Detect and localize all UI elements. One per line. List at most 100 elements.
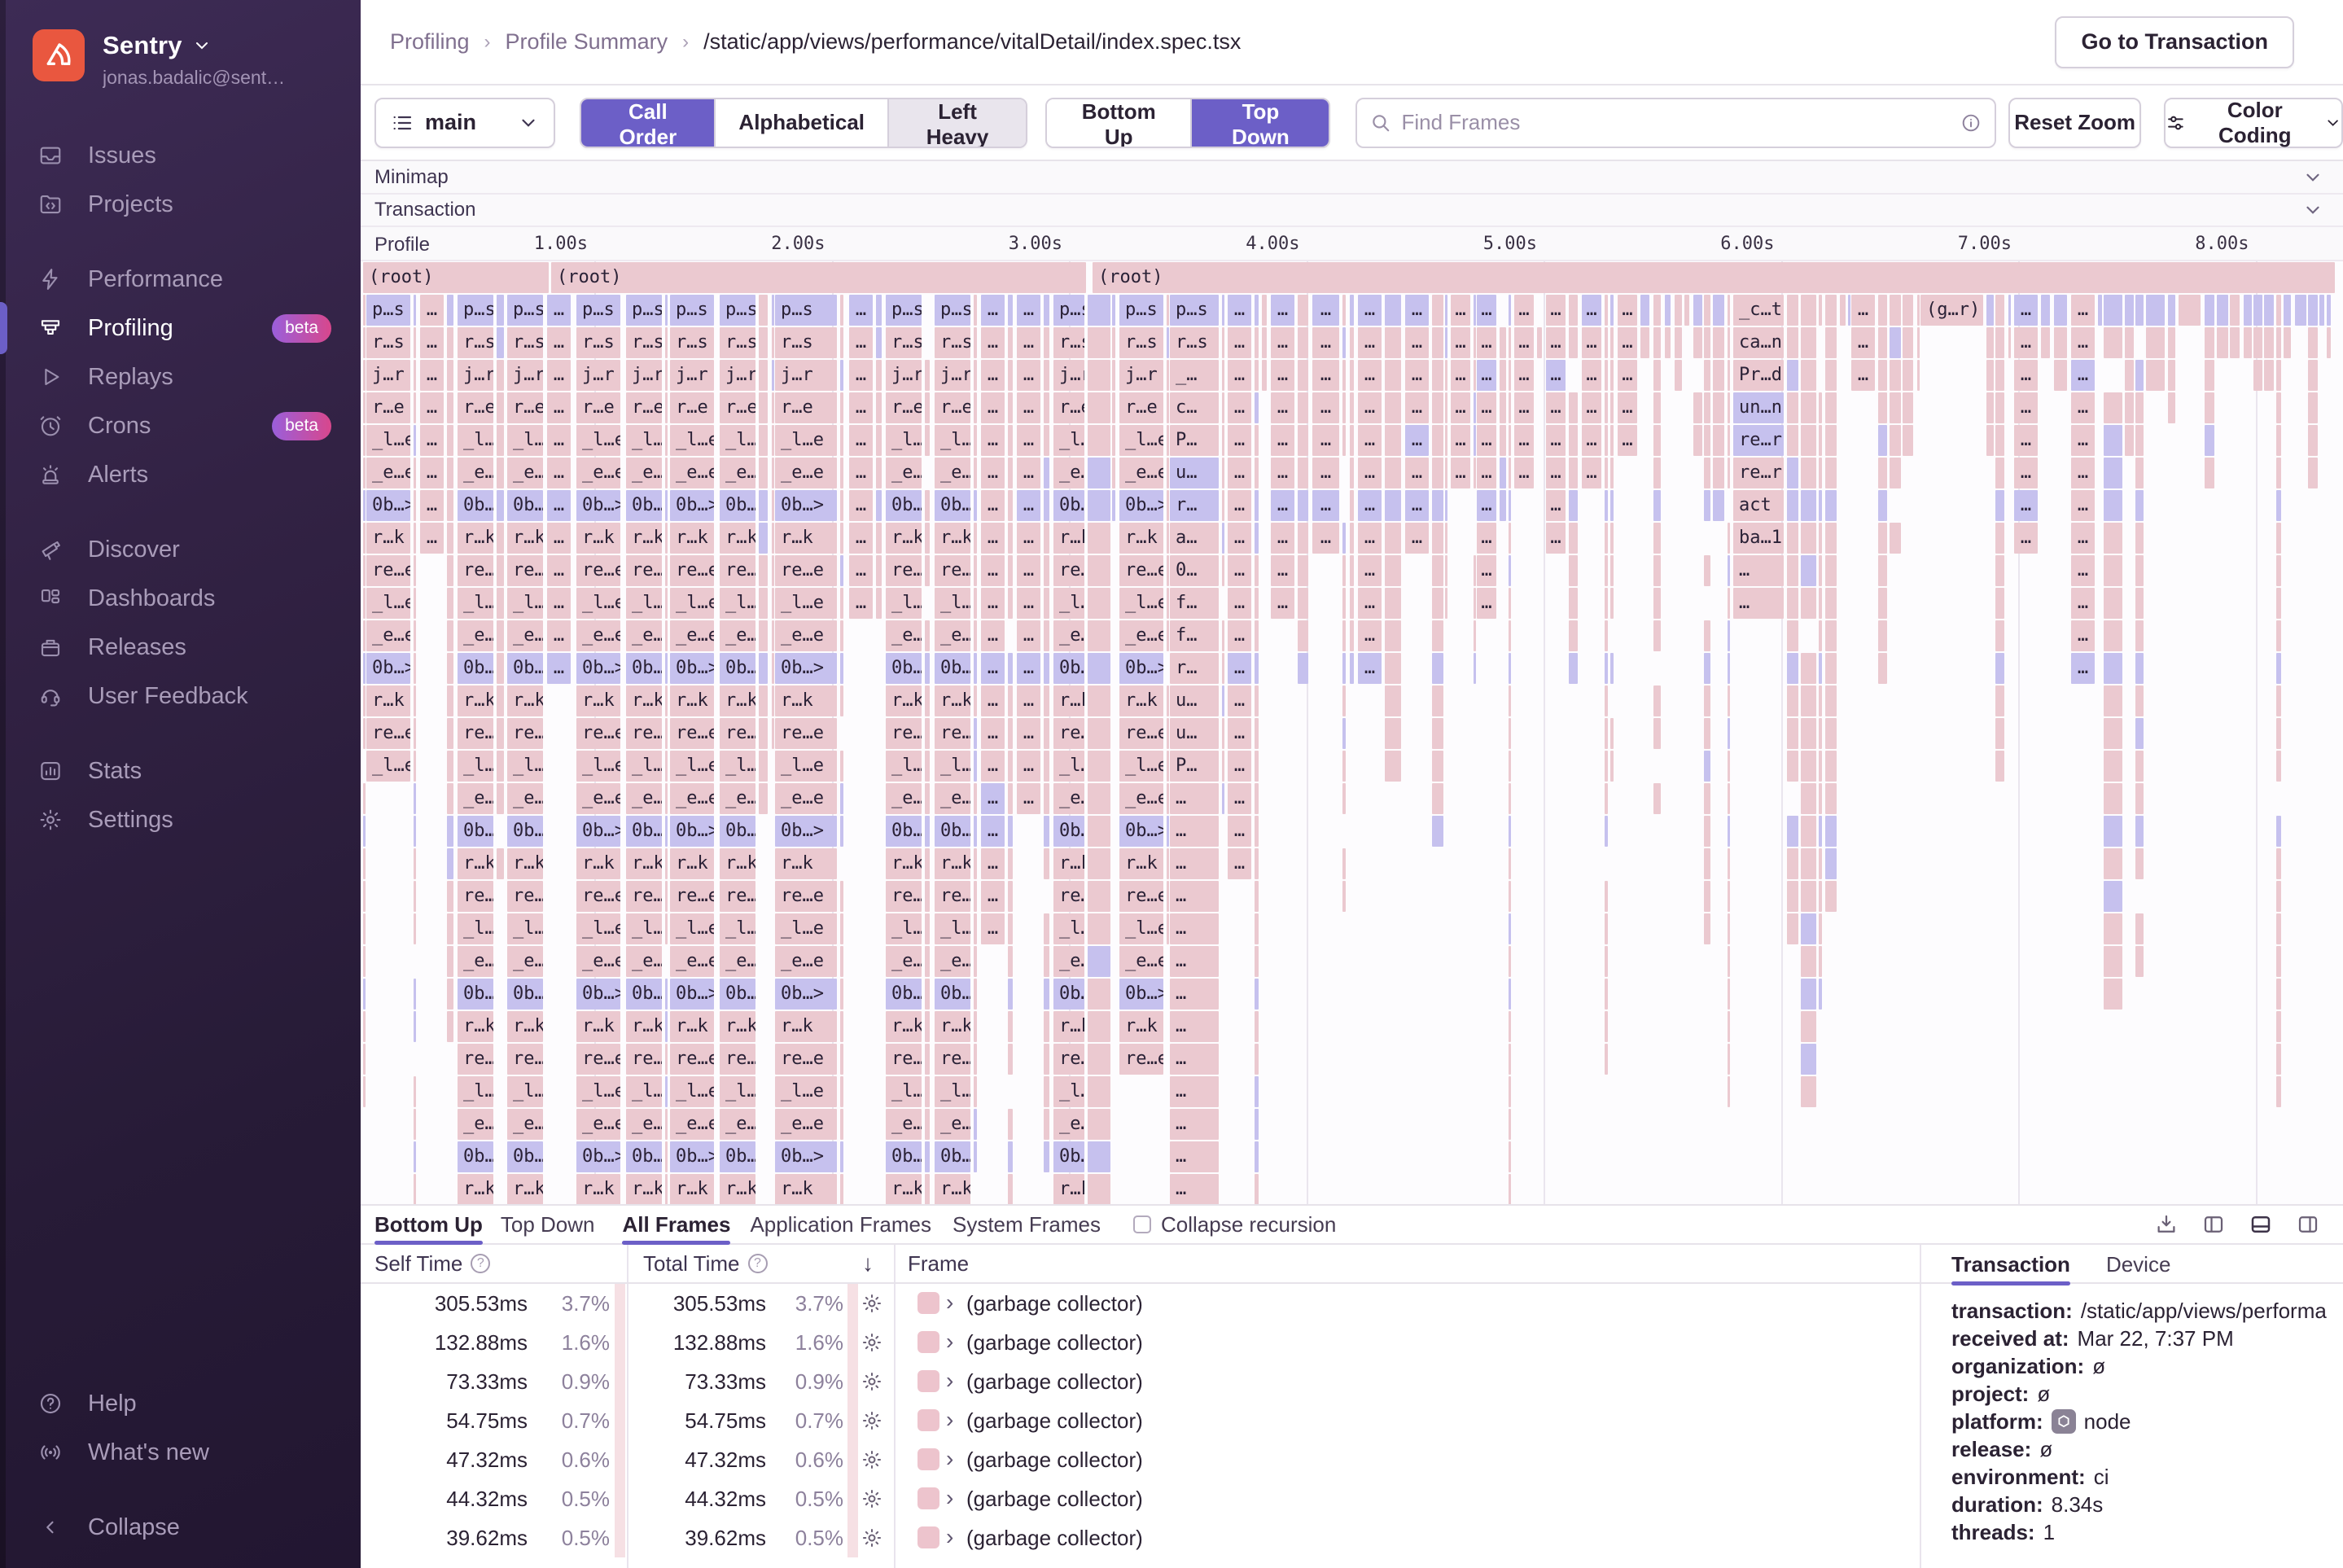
flame-cell[interactable] — [974, 816, 977, 847]
flame-cell[interactable] — [2104, 392, 2122, 423]
sort-desc-icon[interactable]: ↓ — [862, 1250, 874, 1277]
flame-frame[interactable]: re…e — [366, 555, 410, 586]
flame-frame[interactable]: _e…e — [626, 620, 662, 651]
flame-frame[interactable]: _e…e — [626, 458, 662, 488]
flame-cell[interactable] — [1509, 588, 1511, 619]
flame-cell[interactable] — [1342, 685, 1346, 716]
flame-frame[interactable]: _l…e — [670, 1076, 714, 1107]
flame-cell[interactable] — [1298, 523, 1308, 554]
flame-cell[interactable] — [665, 392, 668, 423]
flame-cell[interactable] — [363, 295, 366, 326]
flame-cell[interactable] — [840, 1174, 843, 1204]
flame-frame[interactable]: j…r — [670, 360, 714, 391]
flame-frame[interactable]: _l…e — [576, 425, 620, 456]
flame-frame[interactable]: re…e — [775, 718, 837, 749]
flame-cell[interactable] — [2135, 783, 2144, 814]
chevron-right-icon[interactable]: › — [946, 1290, 953, 1316]
flame-cell[interactable] — [2276, 360, 2281, 391]
flame-cell[interactable] — [447, 555, 453, 586]
flame-cell[interactable] — [1385, 327, 1401, 358]
flame-cell[interactable] — [1605, 327, 1608, 358]
flame-cell[interactable] — [2308, 327, 2318, 358]
flame-cell[interactable] — [1713, 458, 1724, 488]
flame-frame[interactable]: … — [1017, 360, 1040, 391]
flame-cell[interactable] — [1728, 653, 1730, 684]
flame-frame[interactable]: … — [1582, 360, 1601, 391]
flame-cell[interactable] — [1350, 620, 1354, 651]
flame-frame[interactable]: … — [420, 458, 444, 488]
flame-cell[interactable] — [772, 523, 774, 554]
flame-cell[interactable] — [876, 555, 882, 586]
flame-cell[interactable] — [1509, 913, 1511, 944]
flame-cell[interactable] — [363, 653, 366, 684]
flame-frame[interactable]: … — [1546, 360, 1566, 391]
flame-cell[interactable] — [1610, 555, 1614, 586]
flame-cell[interactable] — [1432, 392, 1443, 423]
flame-cell[interactable] — [447, 1011, 453, 1042]
flame-cell[interactable] — [1605, 425, 1608, 456]
flame-cell[interactable] — [2104, 848, 2122, 879]
flame-frame[interactable]: r…k — [507, 1011, 543, 1042]
flame-frame[interactable]: … — [981, 555, 1005, 586]
flame-frame[interactable]: 0b…> — [576, 816, 620, 847]
flame-cell[interactable] — [974, 1109, 977, 1140]
flame-cell[interactable] — [1825, 718, 1837, 749]
flame-frame[interactable]: … — [1358, 490, 1382, 521]
flame-frame[interactable]: p…s — [507, 295, 543, 326]
flame-cell[interactable] — [1350, 653, 1354, 684]
flame-cell[interactable] — [665, 685, 668, 716]
flame-cell[interactable] — [414, 1011, 416, 1042]
flame-cell[interactable] — [1704, 360, 1710, 391]
flame-cell[interactable] — [1044, 718, 1049, 749]
flame-cell[interactable] — [876, 588, 882, 619]
flame-frame[interactable]: re…e — [670, 881, 714, 912]
flame-cell[interactable] — [1500, 458, 1506, 488]
flame-cell[interactable] — [1222, 653, 1224, 684]
flame-frame[interactable]: … — [2071, 620, 2095, 651]
flame-cell[interactable] — [974, 392, 977, 423]
flame-cell[interactable] — [1342, 620, 1346, 651]
flame-cell[interactable] — [2135, 295, 2144, 326]
flame-frame[interactable]: … — [1271, 490, 1294, 521]
flame-frame[interactable]: 0b…> — [670, 979, 714, 1010]
flame-frame[interactable]: _l…e — [935, 913, 970, 944]
flame-cell[interactable] — [1819, 848, 1822, 879]
flame-cell[interactable] — [1044, 751, 1049, 782]
flame-frame[interactable]: p…s — [670, 295, 714, 326]
flame-cell[interactable] — [414, 490, 416, 521]
flame-cell[interactable] — [1088, 881, 1110, 912]
flame-cell[interactable] — [2104, 425, 2122, 456]
flame-cell[interactable] — [1787, 620, 1798, 651]
flame-cell[interactable] — [925, 523, 930, 554]
flame-cell[interactable] — [414, 295, 416, 326]
flame-cell[interactable] — [1509, 1174, 1511, 1204]
flame-cell[interactable] — [1432, 458, 1443, 488]
flame-frame[interactable]: r…k — [458, 1011, 493, 1042]
flame-cell[interactable] — [1605, 718, 1608, 749]
flame-cell[interactable] — [1819, 881, 1822, 912]
flame-cell[interactable] — [1693, 425, 1702, 456]
sidebar-item-stats[interactable]: Stats — [0, 747, 361, 795]
flame-cell[interactable] — [1825, 295, 1837, 326]
flame-cell[interactable] — [2327, 295, 2331, 326]
flame-cell[interactable] — [1986, 425, 1994, 456]
flame-cell[interactable] — [1044, 979, 1049, 1010]
flame-cell[interactable] — [1890, 425, 1901, 456]
flame-frame[interactable]: 0b…> — [670, 816, 714, 847]
flame-cell[interactable] — [1255, 881, 1259, 912]
flame-cell[interactable] — [1704, 751, 1710, 782]
flame-cell[interactable] — [1569, 523, 1578, 554]
flame-frame[interactable]: … — [420, 295, 444, 326]
flame-frame[interactable]: _e…e — [1053, 1109, 1084, 1140]
flame-cell[interactable] — [1704, 718, 1710, 749]
flame-cell[interactable] — [876, 490, 882, 521]
flame-cell[interactable] — [1801, 751, 1816, 782]
flame-frame[interactable]: r…e — [366, 392, 410, 423]
flame-frame[interactable]: r…e — [576, 392, 620, 423]
flame-cell[interactable] — [1008, 718, 1013, 749]
flame-cell[interactable] — [1890, 327, 1901, 358]
flame-frame[interactable]: … — [981, 360, 1005, 391]
flame-frame[interactable]: … — [2014, 458, 2038, 488]
flame-cell[interactable] — [1445, 327, 1447, 358]
flame-frame[interactable]: … — [1271, 425, 1294, 456]
